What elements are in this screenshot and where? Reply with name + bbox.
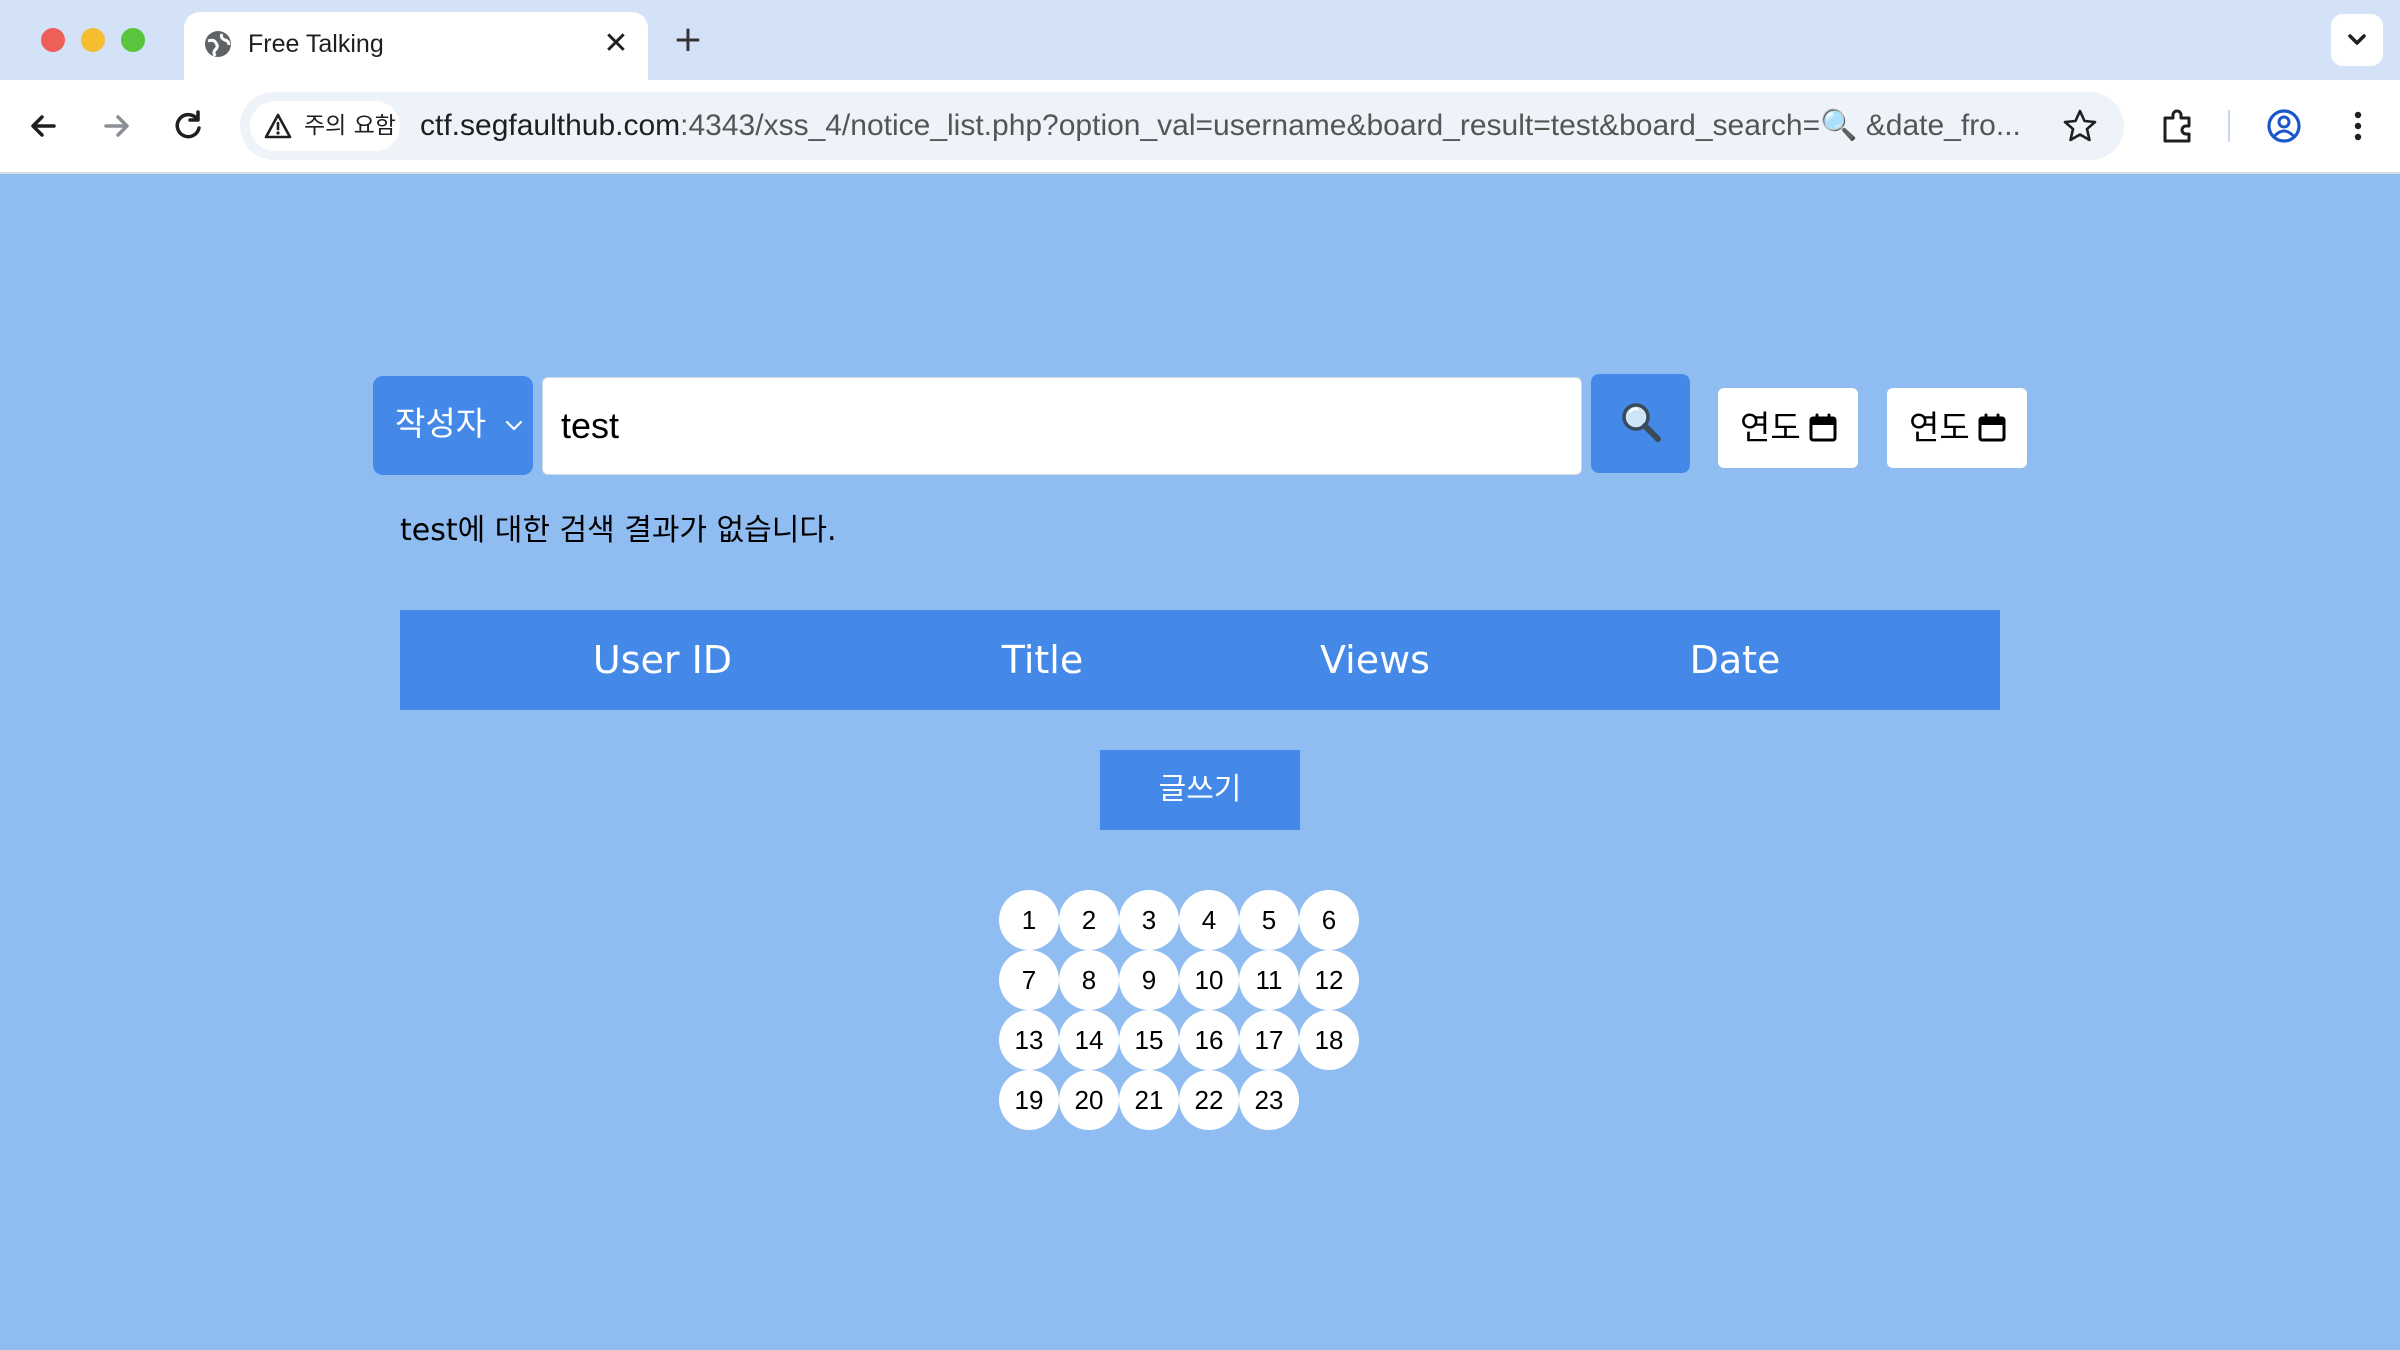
- page-link[interactable]: 6: [1299, 890, 1359, 950]
- chevron-down-icon: [2348, 34, 2366, 45]
- extensions-icon[interactable]: [2156, 104, 2200, 148]
- page-link[interactable]: 19: [999, 1070, 1059, 1130]
- url-path: :4343/xss_4/notice_list.php?option_val=u…: [680, 109, 2021, 142]
- search-option-select[interactable]: 작성자: [373, 376, 533, 475]
- write-post-button[interactable]: 글쓰기: [1100, 750, 1300, 830]
- window-maximize-button[interactable]: [121, 28, 145, 52]
- page-link[interactable]: 5: [1239, 890, 1299, 950]
- bookmark-star-icon[interactable]: [2062, 108, 2098, 144]
- search-input[interactable]: test: [542, 377, 1582, 475]
- date-to-input[interactable]: 연도: [1887, 388, 2027, 468]
- browser-tab[interactable]: Free Talking ✕: [184, 12, 648, 80]
- page-link[interactable]: 20: [1059, 1070, 1119, 1130]
- profile-icon[interactable]: [2262, 104, 2306, 148]
- page-link[interactable]: 7: [999, 950, 1059, 1010]
- warning-icon: [264, 113, 292, 139]
- security-label: 주의 요함: [304, 113, 396, 139]
- page-link[interactable]: 13: [999, 1010, 1059, 1070]
- column-header-views: Views: [1320, 638, 1430, 682]
- more-menu-icon[interactable]: [2340, 104, 2376, 148]
- column-header-date: Date: [1689, 638, 1781, 682]
- page-link[interactable]: 14: [1059, 1010, 1119, 1070]
- page-link[interactable]: 12: [1299, 950, 1359, 1010]
- page-link[interactable]: 10: [1179, 950, 1239, 1010]
- forward-arrow-icon[interactable]: [92, 102, 140, 150]
- url-text[interactable]: ctf.segfaulthub.com:4343/xss_4/notice_li…: [420, 108, 2040, 144]
- page-link[interactable]: 2: [1059, 890, 1119, 950]
- table-header-row: User ID Title Views Date: [400, 610, 2000, 710]
- page-link[interactable]: 22: [1179, 1070, 1239, 1130]
- date-from-input[interactable]: 연도: [1718, 388, 1858, 468]
- page-link[interactable]: 18: [1299, 1010, 1359, 1070]
- page-link[interactable]: 15: [1119, 1010, 1179, 1070]
- reload-icon[interactable]: [164, 102, 212, 150]
- page-link[interactable]: 4: [1179, 890, 1239, 950]
- page-link[interactable]: 1: [999, 890, 1059, 950]
- page-link[interactable]: 16: [1179, 1010, 1239, 1070]
- search-button[interactable]: [1591, 374, 1690, 473]
- url-host: ctf.segfaulthub.com: [420, 109, 681, 142]
- browser-tab-bar: Free Talking ✕ +: [0, 0, 2400, 80]
- tab-close-icon[interactable]: ✕: [598, 26, 634, 62]
- page-link[interactable]: 8: [1059, 950, 1119, 1010]
- new-tab-button[interactable]: +: [668, 20, 708, 60]
- tab-search-button[interactable]: [2331, 14, 2383, 66]
- search-option-label: 작성자: [395, 404, 487, 443]
- page-link[interactable]: 17: [1239, 1010, 1299, 1070]
- tab-title: Free Talking: [248, 30, 384, 58]
- globe-icon: [205, 31, 231, 57]
- page-link[interactable]: 11: [1239, 950, 1299, 1010]
- date-to-label: 연도: [1909, 408, 1970, 447]
- toolbar-divider: [2228, 110, 2230, 142]
- page-link[interactable]: 21: [1119, 1070, 1179, 1130]
- security-indicator[interactable]: 주의 요함: [250, 101, 400, 151]
- date-from-label: 연도: [1740, 408, 1801, 447]
- page-link[interactable]: 9: [1119, 950, 1179, 1010]
- window-close-button[interactable]: [41, 28, 65, 52]
- search-result-message: test에 대한 검색 결과가 없습니다.: [400, 513, 837, 548]
- calendar-icon: [1809, 413, 1837, 442]
- column-header-title: Title: [1001, 638, 1084, 682]
- page-link[interactable]: 23: [1239, 1070, 1299, 1130]
- page-link[interactable]: 3: [1119, 890, 1179, 950]
- window-minimize-button[interactable]: [81, 28, 105, 52]
- calendar-icon: [1978, 413, 2006, 442]
- chevron-down-icon: [505, 420, 523, 431]
- browser-toolbar: 주의 요함 ctf.segfaulthub.com:4343/xss_4/not…: [0, 80, 2400, 174]
- magnifier-icon: [1622, 403, 1661, 442]
- back-arrow-icon[interactable]: [20, 102, 68, 150]
- address-bar[interactable]: 주의 요함 ctf.segfaulthub.com:4343/xss_4/not…: [240, 92, 2124, 160]
